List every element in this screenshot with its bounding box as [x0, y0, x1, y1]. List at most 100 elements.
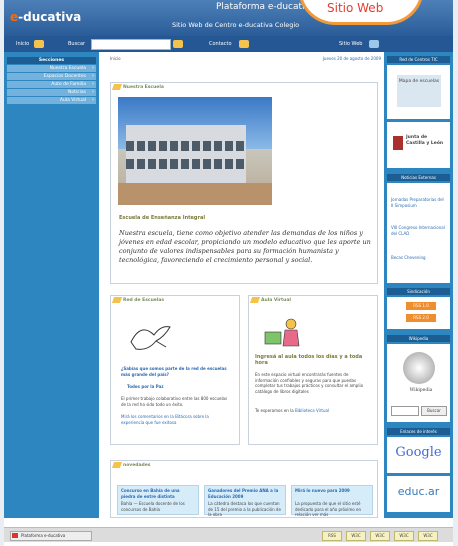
enlaces-box: Jornadas Preparatorias del II Simposium … — [387, 183, 450, 283]
red-question[interactable]: ¿Sabías que somos parte de la red de esc… — [121, 366, 231, 377]
mail-icon[interactable] — [239, 40, 249, 48]
red-escuelas-box: Red de Escuelas ¿Sabías que somos parte … — [110, 295, 240, 445]
enlace-item[interactable]: VIII Congreso Internacional del CLAD — [391, 225, 447, 236]
dove-icon — [130, 326, 171, 350]
red-title-text: Red de Escuelas — [123, 298, 165, 303]
news-item-body: La propuesta de que el sitio esté dedica… — [295, 501, 361, 517]
wikipedia-label: Wikipedia — [409, 388, 433, 393]
red-box-title: Red de Escuelas — [111, 296, 213, 305]
school-caption: Escuela de Enseñanza Integral — [119, 215, 206, 221]
red-link[interactable]: Todos por la Paz — [127, 384, 227, 390]
w3c-badge[interactable]: W3C — [394, 531, 414, 541]
plataforma-icon — [12, 533, 18, 538]
building-wall — [126, 125, 246, 183]
site-subtitle: Sitio Web de Centro e-ducativa Colegio — [172, 21, 300, 29]
sindicacion-title: Sindicación — [387, 288, 450, 295]
home-icon[interactable] — [34, 40, 44, 48]
mapa-escuelas-link[interactable]: Mapa de escuelas — [397, 75, 441, 107]
enlace-item[interactable]: Jornadas Preparatorias del II Simposium — [391, 197, 447, 208]
enlace-item[interactable]: Becas Chevening — [391, 255, 447, 261]
sitio-web-badge: Sitio Web — [298, 0, 424, 25]
wikipedia-search-button[interactable]: Buscar — [421, 406, 447, 416]
left-sidebar: Secciones Nuestra Escuela Espacios Docen… — [4, 52, 99, 518]
menu-item-auto-familia[interactable]: Auto de Familia — [7, 81, 96, 88]
menu-item-espacios-docentes[interactable]: Espacios Docentes — [7, 73, 96, 80]
right-sidebar: Red de Centros TIC Mapa de escuelas Junt… — [384, 52, 453, 518]
news-item[interactable]: Ganadores del Premio ANA a la Educación … — [204, 485, 286, 517]
school-title-text: Nuestra Escuela — [123, 85, 164, 90]
news-item[interactable]: Mirá lo nuevo para 2009 La propuesta de … — [291, 485, 373, 517]
educ-box[interactable]: educ.ar — [387, 476, 450, 512]
date-label: Jueves 20 de agosto de 2009 — [322, 56, 381, 61]
menu-item-noticias[interactable]: Noticias — [7, 89, 96, 96]
mapa-box[interactable]: Mapa de escuelas — [387, 65, 450, 119]
rss-2-button[interactable]: RSS 2.0 — [406, 314, 436, 322]
wikipedia-box: Wikipedia Buscar — [387, 344, 450, 422]
pencil-icon — [249, 297, 261, 303]
school-description: Nuestra escuela, tiene como objetivo ate… — [119, 229, 371, 264]
pencil-icon — [111, 84, 123, 90]
contacto-link[interactable]: Contacto — [209, 41, 232, 47]
footer-tab[interactable]: Plataforma e-ducativa — [10, 531, 92, 541]
red-centros-title: Red de Centros TIC — [387, 56, 450, 63]
w3c-badge[interactable]: W3C — [418, 531, 438, 541]
menu-heading: Secciones — [7, 57, 96, 64]
wikipedia-title: Wikipedia — [387, 335, 450, 342]
wikipedia-search-input[interactable] — [391, 406, 419, 416]
educar-logo[interactable]: educ.ar — [387, 485, 450, 498]
w3c-badge[interactable]: W3C — [346, 531, 366, 541]
jcyl-link[interactable]: Junta de Castilla y León — [406, 135, 446, 146]
logo-text: -ducativa — [18, 10, 82, 24]
google-box[interactable]: Google — [387, 437, 450, 473]
ground — [118, 183, 272, 205]
aula-body: En este espacio virtual encontrarás fuen… — [255, 372, 364, 394]
news-box-title: novedades — [111, 461, 213, 470]
logo-e: e — [10, 10, 19, 24]
news-item-body: Bahía — Escuela docente de los concursos… — [121, 501, 185, 512]
wikipedia-globe-icon — [403, 352, 435, 384]
inicio-link[interactable]: Inicio — [16, 41, 29, 47]
google-logo[interactable]: Google — [387, 445, 450, 460]
shield-icon — [393, 136, 403, 150]
building-windows-top — [126, 141, 246, 151]
student-computer-icon — [264, 318, 300, 347]
rss-1-button[interactable]: RSS 1.0 — [406, 302, 436, 310]
news-title-text: novedades — [123, 463, 151, 468]
footer: Plataforma e-ducativa RSS W3C W3C W3C W3… — [4, 527, 453, 542]
sitio-web-label: Sitio Web — [327, 1, 384, 15]
news-item-title[interactable]: Concurso en Bahía de una piedra de entre… — [121, 488, 195, 499]
biblioteca-virtual-link[interactable]: Biblioteca Virtual — [295, 408, 329, 413]
search-icon[interactable] — [173, 40, 183, 48]
news-item-title[interactable]: Ganadores del Premio ANA a la Educación … — [208, 488, 282, 499]
school-box: Nuestra Escuela Escuela de Enseñanza Int… — [110, 82, 378, 284]
school-box-title: Nuestra Escuela — [111, 83, 213, 92]
aula-link-line: Te esperamos en la Biblioteca Virtual — [255, 408, 369, 414]
logo[interactable]: e-ducativa — [10, 10, 81, 24]
jcyl-box[interactable]: Junta de Castilla y León — [387, 122, 450, 168]
news-item-title[interactable]: Mirá lo nuevo para 2009 — [295, 488, 369, 494]
school-photo — [118, 97, 272, 205]
enlaces-title: Noticias Externas — [387, 174, 450, 181]
globe-icon[interactable] — [369, 40, 379, 48]
aula-virtual-box: Aula Virtual Ingresá al aula todos los d… — [248, 295, 378, 445]
breadcrumb[interactable]: Inicio — [110, 56, 121, 61]
rss-box: RSS 1.0 RSS 2.0 — [387, 297, 450, 329]
pencil-icon — [111, 462, 123, 468]
pencil-icon — [111, 297, 123, 303]
sitio-web-link[interactable]: Sitio Web — [339, 41, 362, 47]
news-box: novedades Concurso en Bahía de una piedr… — [110, 460, 378, 518]
rss-badge[interactable]: RSS — [322, 531, 342, 541]
aula-box-title: Aula Virtual — [249, 296, 351, 305]
header: e-ducativa Plataforma e-ducativa Sitio W… — [4, 0, 453, 36]
red-more[interactable]: Mirá los comentarios en la Bitácora sobr… — [121, 414, 231, 425]
news-item[interactable]: Concurso en Bahía de una piedra de entre… — [117, 485, 199, 515]
buscador-title: Enlaces de interés — [387, 428, 450, 435]
red-body: El primer trabajo colaborativo entre las… — [121, 396, 228, 407]
aula-title-text: Aula Virtual — [261, 298, 291, 303]
news-item-body: La cátedra destaca los que cuentan de 15… — [208, 501, 281, 517]
w3c-badge[interactable]: W3C — [370, 531, 390, 541]
search-input[interactable] — [91, 39, 171, 50]
menu-item-nuestra-escuela[interactable]: Nuestra Escuela — [7, 65, 96, 72]
menu-item-aula-virtual[interactable]: Aula Virtual — [7, 97, 96, 104]
buscar-label: Buscar — [68, 41, 86, 47]
